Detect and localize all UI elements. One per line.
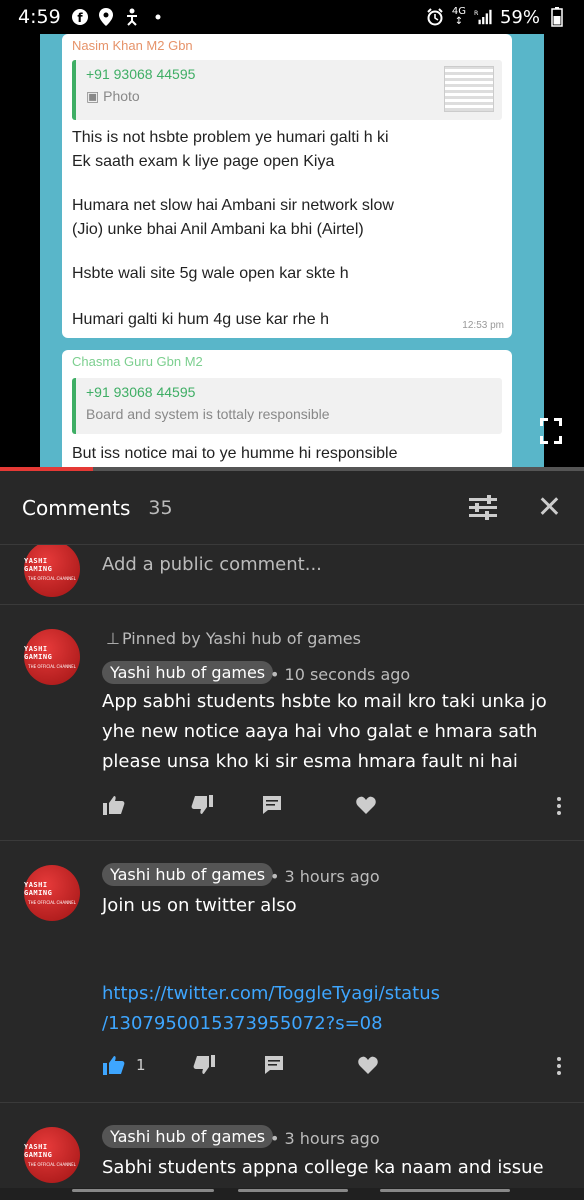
sort-filter-icon[interactable] (468, 494, 497, 521)
avatar: YASHI GAMING THE OFFICIAL CHANNEL (24, 545, 80, 597)
status-bar: 4:59 f 4G ↕ R 59% (0, 0, 584, 34)
chat-line: But iss notice mai to ye humme hi respon… (72, 445, 398, 462)
quote-number: +91 93068 44595 (86, 384, 196, 400)
video-player[interactable]: Nasim Khan M2 Gbn +91 93068 44595 ▣ Phot… (0, 34, 584, 470)
avatar-label: YASHI GAMING (24, 881, 53, 897)
pinned-label: ⊥ Pinned by Yashi hub of games (106, 629, 361, 648)
heart-icon[interactable] (356, 1053, 380, 1077)
signal-icon: R (474, 8, 492, 26)
comment-timestamp: • 3 hours ago (270, 867, 380, 886)
avatar-label: YASHI GAMING (24, 645, 53, 661)
chat-line: Humari galti ki hum 4g use kar rhe h (72, 311, 329, 328)
author-chip[interactable]: Yashi hub of games (102, 1125, 274, 1148)
notification-dot-icon (149, 8, 167, 26)
chat-line: Ek saath exam k liye page open Kiya (72, 153, 335, 170)
add-comment-row[interactable]: YASHI GAMING THE OFFICIAL CHANNEL Add a … (0, 545, 584, 605)
like-count: 1 (136, 1056, 146, 1074)
chat-line: (Jio) unke bhai Anil Ambani ka bhi (Airt… (72, 221, 364, 238)
chat-bubble: Nasim Khan M2 Gbn +91 93068 44595 ▣ Phot… (62, 34, 512, 338)
roaming-label: R (474, 10, 479, 17)
pinned-text: Pinned by Yashi hub of games (122, 629, 361, 648)
comments-list[interactable]: YASHI GAMING THE OFFICIAL CHANNEL Add a … (0, 545, 584, 1200)
network-type: 4G ↕ (452, 7, 466, 27)
chat-line: This is not hsbte problem ye humari galt… (72, 129, 389, 146)
avatar-sublabel: THE OFFICIAL CHANNEL (28, 576, 76, 581)
avatar-sublabel: THE OFFICIAL CHANNEL (28, 1162, 76, 1167)
author-chip[interactable]: Yashi hub of games (102, 863, 274, 886)
gesture-nav-bar (0, 1188, 584, 1200)
link-line[interactable]: /1307950015373955072?s=08 (102, 1009, 562, 1039)
fullscreen-icon[interactable] (540, 418, 562, 444)
chat-quote: +91 93068 44595 ▣ Photo (72, 60, 502, 120)
battery-icon (548, 7, 566, 27)
comment-item: YASHI GAMING THE OFFICIAL CHANNEL ⊥ Pinne… (0, 605, 584, 841)
quote-sub: Board and system is tottaly responsible (86, 406, 330, 422)
chat-sender: Chasma Guru Gbn M2 (72, 354, 203, 369)
avatar-label: YASHI GAMING (24, 1143, 53, 1159)
quote-number: +91 93068 44595 (86, 66, 196, 82)
comment-item: YASHI GAMING THE OFFICIAL CHANNEL Yashi … (0, 1103, 584, 1200)
comment-timestamp: • 3 hours ago (270, 1129, 380, 1148)
chat-line: Humara net slow hai Ambani sir network s… (72, 197, 394, 214)
comment-item: YASHI GAMING THE OFFICIAL CHANNEL Yashi … (0, 841, 584, 1103)
comment-actions (102, 793, 562, 817)
comments-count: 35 (148, 496, 173, 519)
avatar-sublabel: THE OFFICIAL CHANNEL (28, 900, 76, 905)
quote-sub: Photo (103, 88, 140, 104)
comments-header: Comments 35 ✕ (0, 471, 584, 545)
photo-icon: ▣ (86, 88, 104, 104)
avatar-sublabel: THE OFFICIAL CHANNEL (28, 664, 76, 669)
avatar[interactable]: YASHI GAMING THE OFFICIAL CHANNEL (24, 865, 80, 921)
quote-photo-label: ▣ Photo (86, 88, 492, 105)
comment-line: Join us on twitter also (102, 895, 297, 916)
comment-line: App sabhi students hsbte ko mail kro tak… (102, 691, 547, 712)
pin-icon: ⊥ (106, 629, 120, 648)
svg-text:f: f (77, 11, 83, 25)
comment-link[interactable]: https://twitter.com/ToggleTyagi/status /… (102, 979, 562, 1039)
close-icon[interactable]: ✕ (537, 492, 562, 522)
dislike-icon[interactable] (190, 793, 214, 817)
nav-recents[interactable] (72, 1189, 214, 1192)
reply-icon[interactable] (262, 1053, 286, 1077)
link-line[interactable]: https://twitter.com/ToggleTyagi/status (102, 979, 562, 1009)
video-frame-chat-screenshot: Nasim Khan M2 Gbn +91 93068 44595 ▣ Phot… (40, 34, 544, 470)
data-arrows-icon: ↕ (454, 16, 464, 27)
like-icon[interactable] (102, 793, 126, 817)
chat-quote: +91 93068 44595 Board and system is tott… (72, 378, 502, 434)
comment-line: yhe new notice aaya hai vho galat e hmar… (102, 721, 538, 742)
chat-time: 12:53 pm (462, 320, 504, 331)
reply-icon[interactable] (260, 793, 284, 817)
battery-percent: 59% (499, 6, 540, 28)
more-options-icon[interactable] (556, 797, 562, 815)
location-pin-icon (97, 8, 115, 26)
avatar[interactable]: YASHI GAMING THE OFFICIAL CHANNEL (24, 1127, 80, 1183)
comment-text: Join us on twitter also (102, 891, 562, 921)
author-chip[interactable]: Yashi hub of games (102, 661, 274, 684)
avatar[interactable]: YASHI GAMING THE OFFICIAL CHANNEL (24, 629, 80, 685)
status-time: 4:59 (18, 6, 61, 28)
comment-line: please unsa kho ki sir esma hmara fault … (102, 751, 518, 772)
nav-back[interactable] (380, 1189, 510, 1192)
comments-title: Comments (22, 495, 131, 520)
dislike-icon[interactable] (192, 1053, 216, 1077)
accessibility-icon (123, 8, 141, 26)
chat-sender: Nasim Khan M2 Gbn (72, 38, 193, 53)
facebook-icon: f (71, 8, 89, 26)
alarm-icon (426, 8, 444, 26)
like-icon-active[interactable] (102, 1053, 126, 1077)
add-comment-input[interactable]: Add a public comment... (102, 554, 322, 575)
avatar-label: YASHI GAMING (24, 557, 53, 573)
comment-text: App sabhi students hsbte ko mail kro tak… (102, 687, 562, 777)
comment-timestamp: • 10 seconds ago (270, 665, 411, 684)
chat-bubble: Chasma Guru Gbn M2 +91 93068 44595 Board… (62, 350, 512, 470)
heart-icon[interactable] (354, 793, 378, 817)
more-options-icon[interactable] (556, 1057, 562, 1075)
comment-actions: 1 (102, 1053, 562, 1077)
chat-line: Hsbte wali site 5g wale open kar skte h (72, 265, 349, 282)
nav-home[interactable] (238, 1189, 348, 1192)
quote-thumbnail (444, 66, 494, 112)
